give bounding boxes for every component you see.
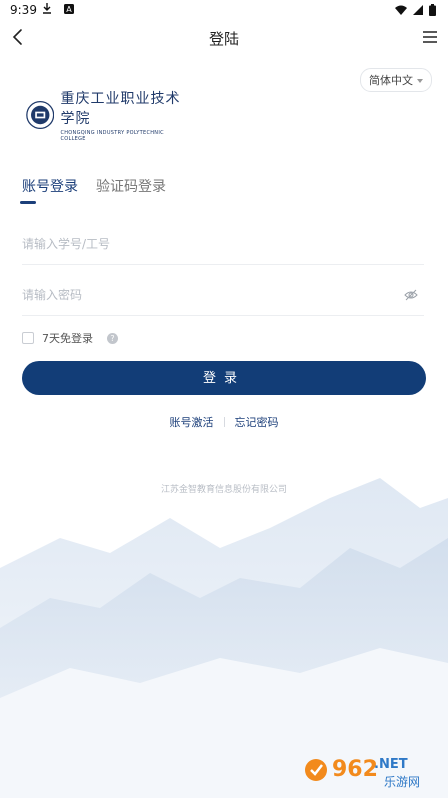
remember-label: 7天免登录 — [42, 332, 93, 345]
battery-icon — [429, 4, 436, 16]
account-input[interactable] — [22, 226, 382, 262]
password-input[interactable] — [22, 277, 382, 313]
active-tab-indicator — [20, 201, 36, 204]
signal-icon — [413, 5, 423, 15]
login-button[interactable]: 登录 — [22, 361, 426, 395]
page-title: 登陆 — [208, 30, 239, 48]
status-icons-left: A — [42, 3, 74, 14]
wifi-icon — [395, 5, 407, 15]
language-select[interactable]: 简体中文 — [360, 68, 432, 92]
remember-row: 7天免登录 ? — [22, 330, 118, 346]
company-name: 江苏金智教育信息股份有限公司 — [160, 485, 287, 495]
password-field — [22, 277, 424, 316]
status-icons-right — [395, 4, 436, 16]
tab-code-login[interactable]: 验证码登录 — [96, 176, 166, 196]
account-field — [22, 226, 424, 265]
site-watermark: 962 .NET 乐游网 — [305, 757, 420, 789]
college-logo: 重庆工业职业技术学院 CHONGQING INDUSTRY POLYTECHNI… — [26, 91, 186, 142]
help-icon[interactable]: ? — [107, 332, 118, 344]
college-name-cn: 重庆工业职业技术学院 — [60, 91, 181, 127]
link-divider — [223, 417, 225, 427]
a-icon: A — [64, 3, 74, 14]
chevron-down-icon — [417, 79, 423, 83]
nav-bar: 登陆 — [0, 20, 448, 54]
remember-checkbox[interactable] — [22, 332, 34, 344]
login-tabs: 账号登录 验证码登录 — [22, 176, 166, 196]
college-name-en: CHONGQING INDUSTRY POLYTECHNIC COLLEGE — [60, 130, 164, 142]
status-time: 9:39 — [10, 3, 37, 17]
tab-account-login[interactable]: 账号登录 — [22, 176, 78, 196]
menu-icon[interactable] — [421, 28, 439, 46]
auxiliary-links: 账号激活 忘记密码 — [0, 414, 448, 430]
svg-text:A: A — [66, 5, 72, 14]
college-name: 重庆工业职业技术学院 CHONGQING INDUSTRY POLYTECHNI… — [60, 88, 186, 142]
watermark-suffix: .NET — [374, 757, 408, 772]
watermark-site: 乐游网 — [384, 775, 420, 789]
status-bar: 9:39 A — [0, 0, 448, 20]
download-icon — [43, 3, 51, 14]
forgot-password-link[interactable]: 忘记密码 — [235, 414, 279, 430]
eye-off-icon[interactable] — [404, 288, 418, 302]
mountain-background — [0, 458, 448, 798]
watermark-brand: 962 — [332, 757, 378, 782]
college-seal-icon — [26, 100, 55, 130]
language-label: 简体中文 — [369, 74, 413, 87]
activate-account-link[interactable]: 账号激活 — [170, 414, 214, 430]
